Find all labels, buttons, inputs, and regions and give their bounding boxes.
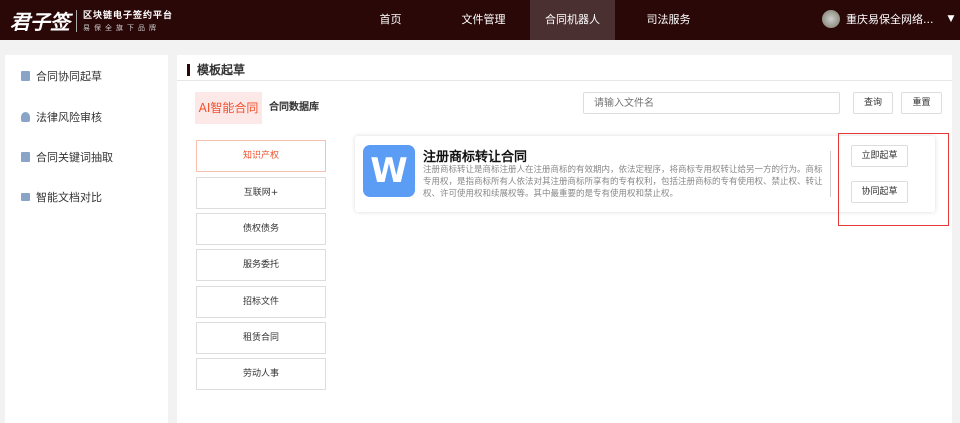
card-divider [830, 151, 831, 197]
category-labor[interactable]: 劳动人事 [196, 358, 326, 390]
reset-button[interactable]: 重置 [901, 92, 942, 114]
nav-contract-robot[interactable]: 合同机器人 [530, 0, 615, 40]
nav-judicial-service[interactable]: 司法服务 [626, 0, 711, 40]
category-lease[interactable]: 租赁合同 [196, 322, 326, 354]
sidebar-item-label: 法律风险审核 [36, 111, 102, 124]
nav-home[interactable]: 首页 [348, 0, 433, 40]
user-menu[interactable]: 重庆易保全网络... ▼ [822, 10, 954, 28]
tab-contract-database[interactable]: 合同数据库 [269, 92, 319, 124]
word-icon: W [363, 145, 415, 197]
tab-ai-contract[interactable]: AI智能合同 [195, 92, 262, 124]
highlight-box [838, 133, 949, 226]
document-icon [21, 71, 30, 81]
avatar [822, 10, 840, 28]
divider [177, 80, 952, 81]
sidebar-item-doc-compare[interactable]: 智能文档对比 [21, 189, 102, 205]
logo-divider [76, 9, 77, 32]
category-debt[interactable]: 债权债务 [196, 213, 326, 245]
query-button[interactable]: 查询 [853, 92, 893, 114]
sidebar-item-collab-draft[interactable]: 合同协同起草 [21, 68, 102, 84]
category-ip[interactable]: 知识产权 [196, 140, 326, 172]
top-header: 君子签 区块链电子签约平台 易保全旗下品牌 首页 文件管理 合同机器人 司法服务 … [0, 0, 960, 40]
main-panel: 模板起草 AI智能合同 合同数据库 查询 重置 知识产权 互联网+ 债权债务 服… [177, 55, 952, 423]
logo[interactable]: 君子签 区块链电子签约平台 易保全旗下品牌 [10, 6, 173, 35]
title-bar [187, 63, 190, 76]
logo-subtagline: 易保全旗下品牌 [83, 24, 160, 32]
sidebar-item-keyword-extract[interactable]: 合同关键词抽取 [21, 149, 113, 165]
page-title-text: 模板起草 [197, 63, 246, 77]
sidebar-item-risk-review[interactable]: 法律风险审核 [21, 109, 102, 125]
sidebar-item-label: 合同关键词抽取 [36, 151, 113, 164]
template-description: 注册商标转让是商标注册人在注册商标的有效期内，依法定程序，将商标专用权转让给另一… [423, 165, 823, 199]
briefcase-icon [21, 193, 30, 201]
category-service[interactable]: 服务委托 [196, 249, 326, 281]
logo-tagline: 区块链电子签约平台 [83, 11, 174, 21]
nav-file-management[interactable]: 文件管理 [441, 0, 526, 40]
document-icon [21, 152, 30, 162]
caret-down-icon: ▼ [947, 14, 955, 24]
sidebar: 合同协同起草 法律风险审核 合同关键词抽取 智能文档对比 [5, 55, 168, 423]
search-input[interactable] [583, 92, 840, 114]
template-title[interactable]: 注册商标转让合同 [423, 146, 527, 165]
user-name: 重庆易保全网络... [846, 13, 934, 26]
category-bidding[interactable]: 招标文件 [196, 286, 326, 318]
user-icon [21, 112, 30, 122]
page-title: 模板起草 [187, 61, 245, 78]
sidebar-item-label: 智能文档对比 [36, 191, 102, 204]
category-internet[interactable]: 互联网+ [196, 177, 326, 209]
sidebar-item-label: 合同协同起草 [36, 70, 102, 83]
logo-text: 君子签 [10, 10, 70, 34]
